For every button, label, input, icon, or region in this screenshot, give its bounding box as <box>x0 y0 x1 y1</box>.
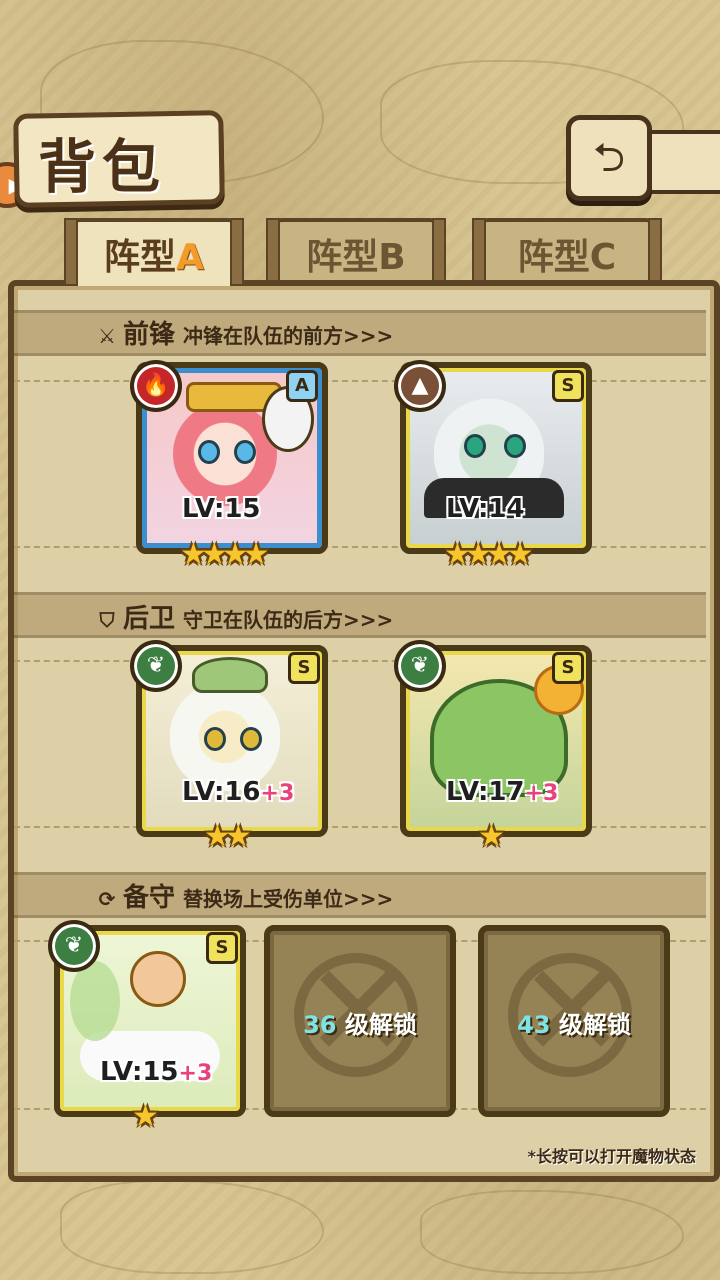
rank-badge: A <box>286 370 318 402</box>
back-button[interactable]: ⮌ <box>566 115 652 201</box>
tab-formation-b[interactable]: 阵型B <box>266 218 446 286</box>
section-back-title: ⛉ 后卫 守卫在队伍的后方>>> <box>95 598 394 635</box>
footer-hint: *长按可以打开魔物状态 <box>527 1147 696 1166</box>
rank-badge: S <box>552 370 584 402</box>
star-rating: ★ <box>132 1099 159 1134</box>
rank-badge: S <box>288 652 320 684</box>
rank-badge: S <box>206 932 238 964</box>
section-reserve-title: ⟳ 备守 替换场上受伤单位>>> <box>95 877 394 914</box>
monster-level: LV:14 <box>446 494 525 524</box>
earth-icon: ▲ <box>394 360 446 412</box>
monster-level: LV:16+3 <box>182 777 295 807</box>
section-front-title: ⚔ 前锋 冲锋在队伍的前方>>> <box>95 314 393 351</box>
shield-icon: ⛉ <box>99 608 115 632</box>
back-bar <box>640 130 720 194</box>
fire-icon: 🔥 <box>130 360 182 412</box>
locked-slot-2[interactable]: ✕ 43 级解锁 <box>478 925 670 1117</box>
tab-formation-c[interactable]: 阵型C <box>472 218 662 286</box>
rank-badge: S <box>552 652 584 684</box>
back-arrow-icon: ⮌ <box>592 135 626 181</box>
unlock-level-text: 36 级解锁 <box>303 1011 417 1039</box>
star-rating: ★★★★ <box>180 537 270 572</box>
leaf-icon: ❦ <box>48 920 100 972</box>
leaf-icon: ❦ <box>130 640 182 692</box>
star-rating: ★★★★ <box>444 537 534 572</box>
star-rating: ★ <box>478 819 505 854</box>
page-title: 背包 <box>38 133 167 201</box>
monster-level: LV:17+3 <box>446 777 559 807</box>
leaf-icon: ❦ <box>394 640 446 692</box>
monster-level: LV:15+3 <box>100 1057 213 1087</box>
tab-formation-a[interactable]: 阵型A <box>64 218 244 286</box>
unlock-level-text: 43 级解锁 <box>517 1011 631 1039</box>
monster-level: LV:15 <box>182 494 261 524</box>
sword-icon: ⚔ <box>98 324 116 348</box>
swap-icon: ⟳ <box>98 887 116 911</box>
locked-slot-1[interactable]: ✕ 36 级解锁 <box>264 925 456 1117</box>
star-rating: ★★ <box>204 819 252 854</box>
